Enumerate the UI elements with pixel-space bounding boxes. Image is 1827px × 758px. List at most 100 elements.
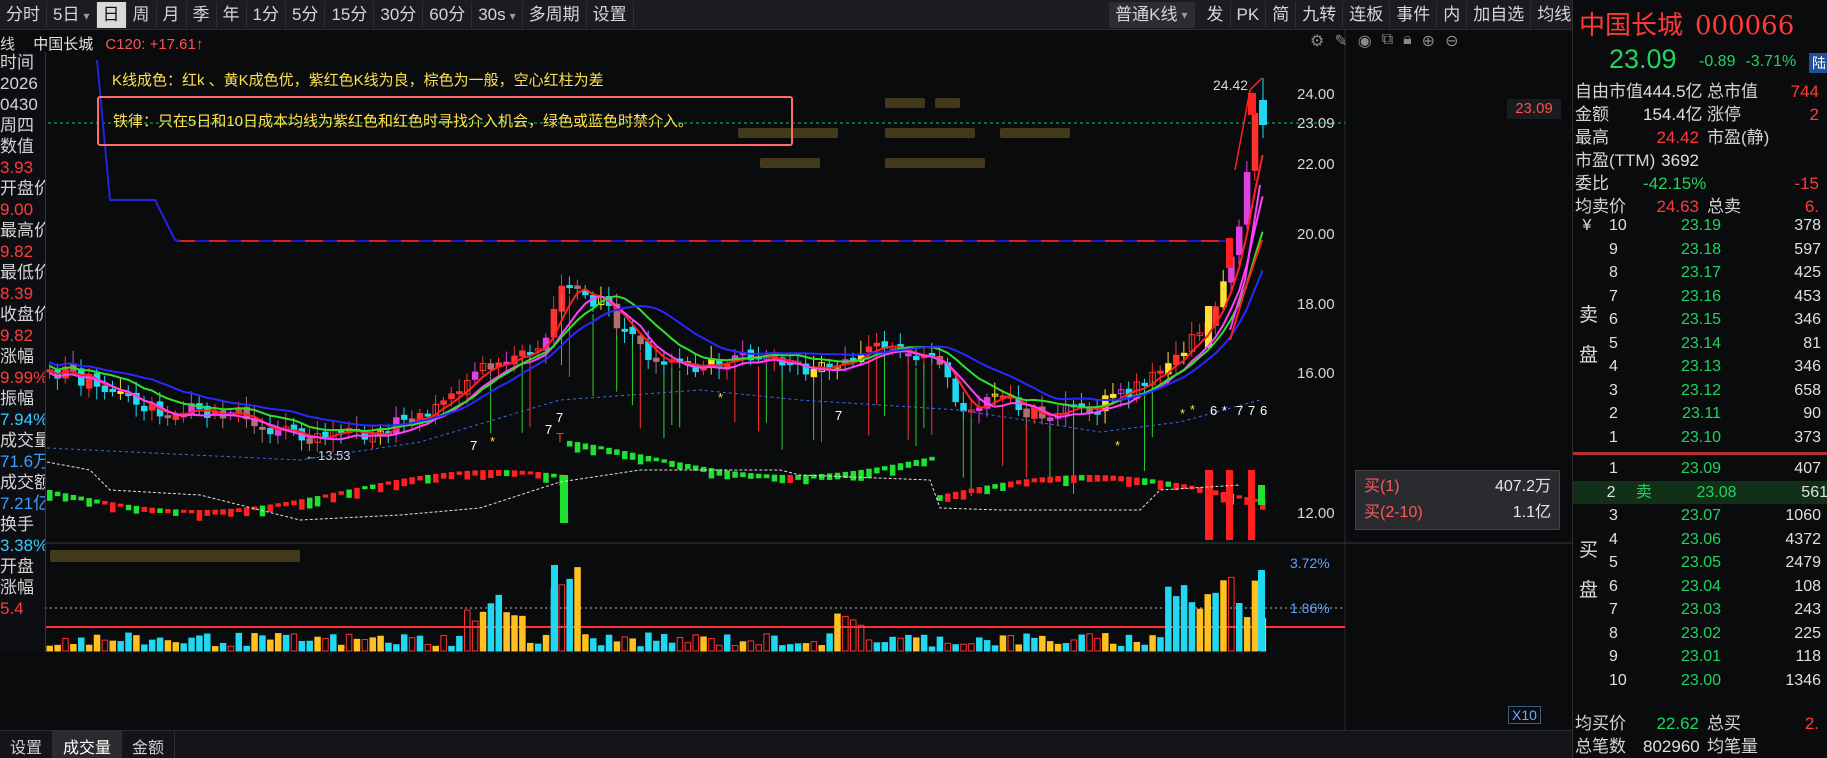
signal-marker: 6: [1260, 403, 1267, 418]
iron-rule-box: 铁律：只在5日和10日成本均线为紫红色和红色时寻找介入机会，绿色或蓝色时禁介入。: [97, 96, 793, 146]
tool-tab[interactable]: 内: [1437, 1, 1468, 28]
volume-bar: [802, 643, 810, 652]
volume-bar: [905, 634, 912, 652]
volume-bar: [408, 637, 416, 652]
buy-level-row[interactable]: 5 23.05 2479: [1573, 551, 1827, 575]
indicator-tab[interactable]: 设置: [0, 731, 54, 758]
candle-body: [1023, 408, 1030, 418]
order-price: 23.01: [1680, 648, 1721, 665]
period-tab[interactable]: 分时: [0, 1, 47, 28]
tool-tab[interactable]: 加自选: [1467, 1, 1532, 28]
stat-key: [1699, 172, 1769, 195]
band-bar: [488, 470, 494, 479]
settings-icon[interactable]: ⚙: [1310, 31, 1324, 51]
volume-scale-badge[interactable]: X10: [1508, 706, 1541, 724]
volume-bar: [1007, 634, 1015, 652]
order-level: 10: [1609, 671, 1627, 689]
period-tab[interactable]: 30分: [374, 1, 424, 28]
band-bar: [267, 504, 274, 513]
sell-level-row[interactable]: 4 23.13 346: [1573, 355, 1827, 379]
period-tab[interactable]: 日: [96, 1, 127, 28]
candle-body: [660, 361, 668, 365]
tool-tab[interactable]: 事件: [1390, 1, 1438, 28]
kline-type-select[interactable]: 普通K线: [1109, 1, 1195, 28]
band-bar: [141, 506, 148, 512]
band-bar: [882, 466, 888, 471]
buy-level-row[interactable]: 8 23.02 225: [1573, 622, 1827, 646]
tool-tab[interactable]: 连板: [1343, 1, 1391, 28]
tool-tab[interactable]: 九转: [1296, 1, 1344, 28]
period-tab[interactable]: 月: [157, 1, 187, 28]
volume-bar: [873, 642, 881, 652]
indicator-c120: C120: +17.61↑: [105, 36, 204, 53]
sell-level-row[interactable]: 3 23.12 658: [1573, 379, 1827, 403]
band-bar: [1236, 495, 1242, 499]
order-level: 9: [1609, 648, 1618, 665]
indicator-tab[interactable]: 金额: [122, 731, 176, 758]
pen-icon[interactable]: ✎: [1334, 31, 1347, 51]
sell-level-row[interactable]: ¥10 23.19 378: [1573, 214, 1827, 238]
tool-tab[interactable]: PK: [1231, 1, 1267, 28]
period-tab[interactable]: 年: [217, 1, 247, 28]
period-toolbar: 分时5日日周月季年1分5分15分30分60分30s多周期设置 普通K线 发PK简…: [0, 0, 1827, 30]
buy-level-row[interactable]: 9 23.01 118: [1573, 645, 1827, 669]
band-bar: [574, 442, 581, 453]
band-bar: [897, 463, 904, 471]
band-bar: [685, 464, 691, 470]
buy-level-row[interactable]: 4 23.06 4372: [1573, 528, 1827, 552]
tool-tab[interactable]: 发: [1201, 1, 1231, 28]
sell-level-row[interactable]: 1 23.10 373: [1573, 426, 1827, 450]
buy-level-row[interactable]: 7 23.03 243: [1573, 598, 1827, 622]
sell-level-row[interactable]: 7 23.16 453: [1573, 285, 1827, 309]
indicator-tabs: 设置 成交量 金额: [0, 730, 1595, 758]
period-tab[interactable]: 设置: [587, 1, 634, 28]
volume-bar: [1243, 617, 1251, 652]
band-bar: [866, 468, 872, 479]
buy-level-row[interactable]: 6 23.04 108: [1573, 575, 1827, 599]
buy-level-row[interactable]: 10 23.00 1346: [1573, 669, 1827, 693]
order-level: 4: [1609, 530, 1618, 548]
sell-level-row[interactable]: 8 23.17 425: [1573, 261, 1827, 285]
zoom-in-icon[interactable]: ⊕: [1422, 31, 1435, 51]
sell-level-row[interactable]: 9 23.18 597: [1573, 238, 1827, 262]
band-bar: [543, 472, 549, 483]
band-bar: [889, 464, 896, 476]
copy-icon[interactable]: ⧉: [1382, 31, 1393, 51]
volume-bar: [590, 638, 597, 652]
band-bar: [992, 484, 998, 489]
indicator-tab[interactable]: 成交量: [53, 731, 123, 758]
period-tab[interactable]: 60分: [423, 1, 473, 28]
buy-level-row[interactable]: 3 23.07 1060: [1573, 504, 1827, 528]
volume-bar: [1102, 633, 1109, 652]
volume-bar: [511, 615, 518, 652]
sell-level-row[interactable]: 2 23.11 90: [1573, 402, 1827, 426]
chart-header: 线 中国长城 C120: +17.61↑: [0, 33, 203, 54]
buy-level-row[interactable]: 1 23.09 407: [1573, 457, 1827, 481]
zoom-out-icon[interactable]: ⊖: [1445, 31, 1458, 51]
tool-tab[interactable]: 简: [1266, 1, 1297, 28]
period-tab[interactable]: 1分: [247, 1, 286, 28]
sell-level-row[interactable]: 6 23.15 346: [1573, 308, 1827, 332]
eye-icon[interactable]: ◉: [1358, 31, 1372, 51]
band-bar: [1212, 490, 1219, 496]
lock-icon[interactable]: 🔒︎: [1403, 31, 1412, 51]
period-tab[interactable]: 多周期: [523, 1, 587, 28]
volume-bar: [1157, 637, 1164, 652]
period-tab[interactable]: 15分: [325, 1, 375, 28]
signal-marker: *: [718, 390, 723, 405]
connect-badge[interactable]: 陆: [1809, 53, 1827, 73]
stat-key: 自由市值: [1575, 82, 1643, 101]
period-tab[interactable]: 5日: [47, 1, 97, 28]
period-tab[interactable]: 30s: [472, 1, 523, 28]
volume-bar: [1188, 602, 1196, 652]
period-tab[interactable]: 5分: [286, 1, 326, 28]
price-tick-label: 20.00: [1297, 226, 1335, 243]
sell-level-row[interactable]: 5 23.14 81: [1573, 332, 1827, 356]
buy-level-row[interactable]: 2 卖 23.08 561: [1573, 480, 1827, 504]
volume-bar: [487, 603, 495, 652]
row-gutter: [1573, 261, 1601, 285]
blurred-info: [1000, 128, 1070, 138]
period-tab[interactable]: 季: [187, 1, 217, 28]
order-level: 4: [1609, 358, 1618, 375]
period-tab[interactable]: 周: [127, 1, 157, 28]
